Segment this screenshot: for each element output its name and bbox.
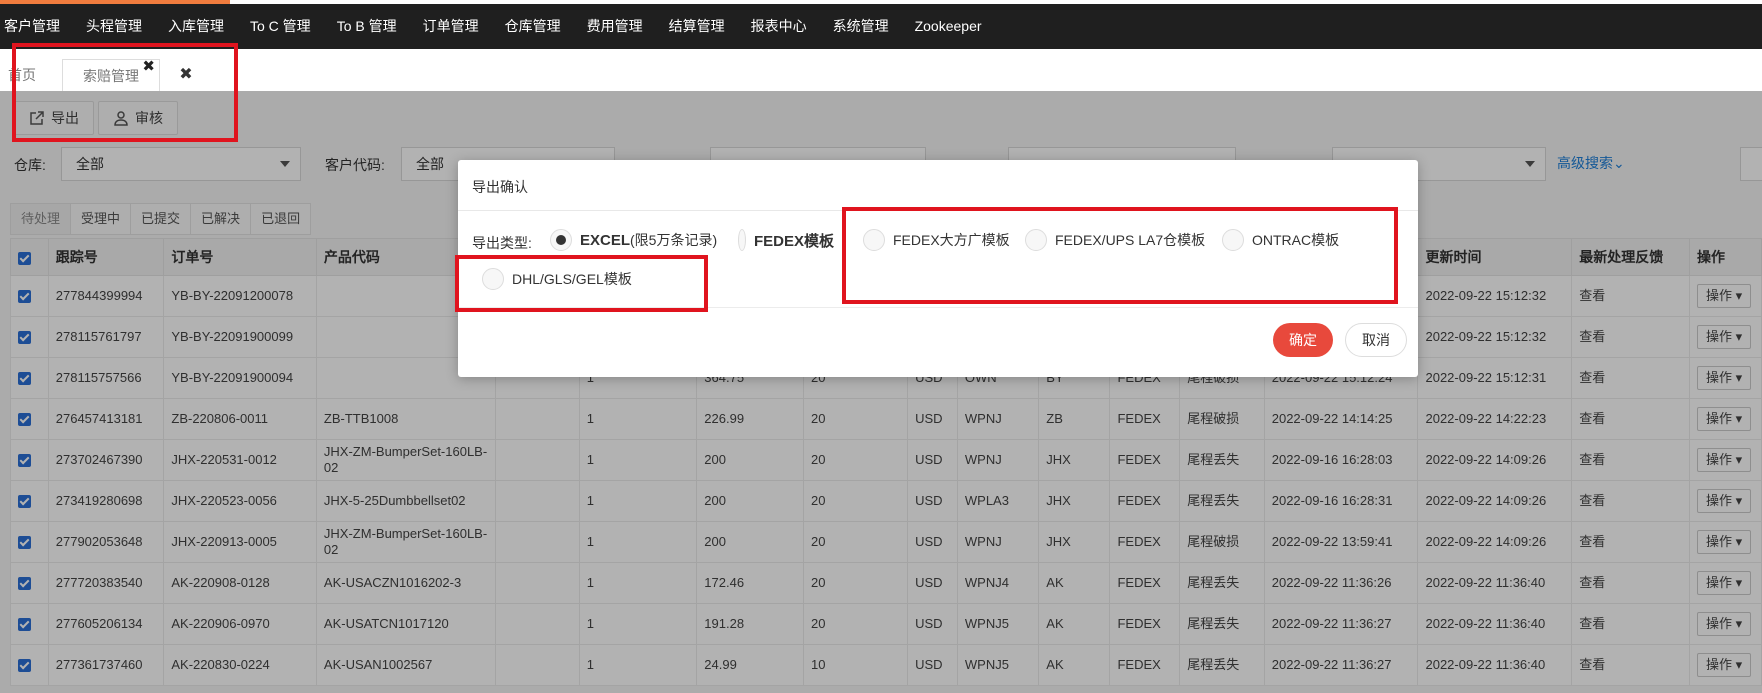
page-tab-bar: 首页 索赔管理 ✖ ✖ [0,49,1762,92]
nav-item-fees[interactable]: 费用管理 [574,4,656,49]
highlight-box-tabs-toolbar [12,43,238,142]
nav-item-orders[interactable]: 订单管理 [410,4,492,49]
radio-unselected-icon [738,229,746,251]
top-navigation: 客户管理 头程管理 入库管理 To C 管理 To B 管理 订单管理 仓库管理… [0,4,1762,49]
nav-item-toc[interactable]: To C 管理 [237,4,324,49]
radio-selected-icon [550,229,572,251]
radio-fedex-template[interactable]: FEDEX模板 [738,229,834,251]
radio-fedex-label: FEDEX模板 [753,232,834,250]
export-type-label: 导出类型: [472,235,532,251]
nav-item-settlement[interactable]: 结算管理 [656,4,738,49]
confirm-button[interactable]: 确定 [1273,323,1333,357]
radio-excel-note: (限5万条记录) [630,232,718,248]
cancel-button[interactable]: 取消 [1345,323,1407,357]
nav-item-reports[interactable]: 报表中心 [738,4,820,49]
nav-item-tob[interactable]: To B 管理 [324,4,410,49]
radio-excel[interactable]: EXCEL (限5万条记录) [550,229,717,251]
radio-excel-label: EXCEL [580,231,631,249]
nav-item-warehouse[interactable]: 仓库管理 [492,4,574,49]
nav-item-zookeeper[interactable]: Zookeeper [902,4,995,49]
highlight-box-template-options [842,207,1398,304]
nav-item-system[interactable]: 系统管理 [820,4,902,49]
dialog-title: 导出确认 [472,179,528,195]
highlight-box-dhl-option [455,255,708,312]
